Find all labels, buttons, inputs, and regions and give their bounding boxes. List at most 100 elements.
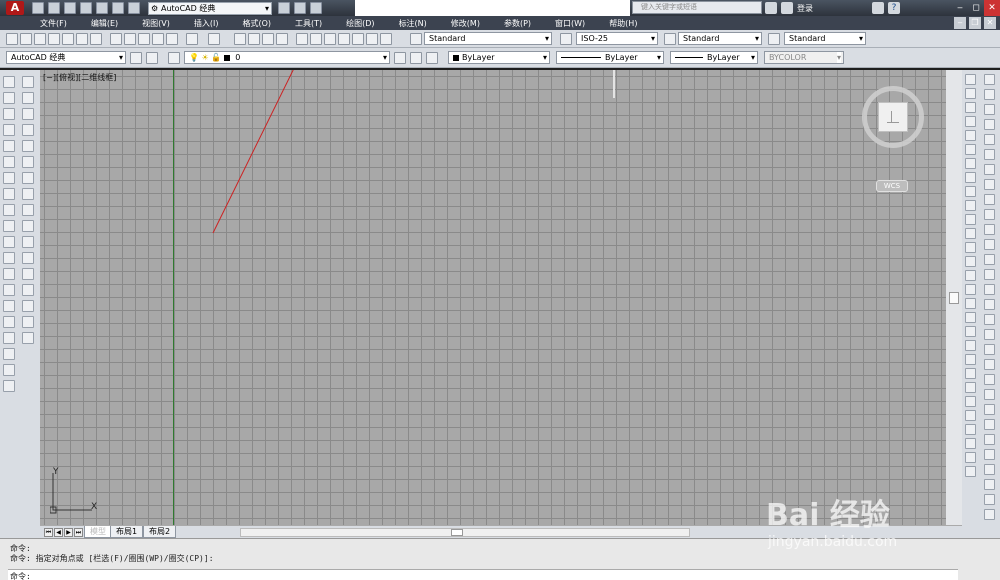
multileader-style-icon[interactable] [768,33,780,45]
view-right-icon[interactable] [965,172,976,183]
move-tool-icon[interactable] [22,156,34,168]
extend-tool-icon[interactable] [22,236,34,248]
section-icon[interactable] [965,326,976,337]
quickcalc-icon[interactable] [366,33,378,45]
workspace-select[interactable]: AutoCAD 经典 [6,51,126,64]
tool-palettes-icon[interactable] [324,33,336,45]
jogged-linear-icon[interactable] [984,314,995,325]
menu-window[interactable]: 窗口(W) [543,18,597,29]
match-prop-icon[interactable] [152,33,164,45]
dim-style-select[interactable]: ISO-25 [576,32,658,45]
menu-view[interactable]: 视图(V) [130,18,182,29]
make-block-tool-icon[interactable] [3,268,15,280]
text-style-icon[interactable] [410,33,422,45]
wcs-menu[interactable]: WCS [876,180,908,192]
horizontal-scrollbar[interactable] [240,528,690,537]
add-leader-icon[interactable] [984,404,995,415]
sphere-icon[interactable] [965,382,976,393]
line-tool-icon[interactable] [3,76,15,88]
layer-properties-icon[interactable] [168,52,180,64]
helix-icon[interactable] [965,438,976,449]
text-style-select[interactable]: Standard [424,32,552,45]
doc-restore-button[interactable]: ❐ [969,17,981,29]
insert-block-tool-icon[interactable] [3,252,15,264]
extrude-icon[interactable] [965,242,976,253]
ellipse-tool-icon[interactable] [3,220,15,232]
point-tool-icon[interactable] [3,284,15,296]
steering-icon[interactable] [965,102,976,113]
dim-style-icon[interactable] [560,33,572,45]
array-tool-icon[interactable] [22,140,34,152]
layer-select[interactable]: 💡 ☀ 🔓 0 [184,51,390,64]
color-select[interactable]: ByLayer [448,51,550,64]
close-button[interactable]: ✕ [984,0,1000,16]
open-icon[interactable] [20,33,32,45]
table-tool-icon[interactable] [3,348,15,360]
break-tool-icon[interactable] [22,268,34,280]
break-at-point-tool-icon[interactable] [22,252,34,264]
first-tab-icon[interactable]: ⏮ [44,528,53,537]
tab-layout1[interactable]: 布局1 [110,526,144,538]
intersect-icon[interactable] [965,298,976,309]
view-left-icon[interactable] [965,158,976,169]
press-pull-icon[interactable] [965,256,976,267]
new-file-icon[interactable] [32,2,44,14]
dim-edit-icon[interactable] [984,329,995,340]
zoom-previous-icon[interactable] [276,33,288,45]
copy-icon[interactable] [124,33,136,45]
join-tool-icon[interactable] [22,284,34,296]
qnew-icon[interactable] [6,33,18,45]
command-input[interactable]: 命令: [8,569,958,580]
circle-tool-icon[interactable] [3,172,15,184]
layer-previous-icon[interactable] [410,52,422,64]
open-file-icon[interactable] [48,2,60,14]
undo-tool-icon[interactable] [186,33,198,45]
construction-line-tool-icon[interactable] [3,92,15,104]
trim-tool-icon[interactable] [22,220,34,232]
quick-dim-icon[interactable] [984,194,995,205]
linear-dim-icon[interactable] [984,74,995,85]
planar-surface-icon[interactable] [965,452,976,463]
rectangle-tool-icon[interactable] [3,140,15,152]
slice-icon[interactable] [965,312,976,323]
workspace-save-icon[interactable] [146,52,158,64]
radius-dim-icon[interactable] [984,134,995,145]
menu-modify[interactable]: 修改(M) [439,18,492,29]
last-tab-icon[interactable]: ⏭ [74,528,83,537]
viewcube-top-face[interactable] [878,102,908,132]
dim-space-icon[interactable] [984,239,995,250]
offset-tool-icon[interactable] [22,124,34,136]
ordinate-dim-icon[interactable] [984,119,995,130]
match-properties-icon[interactable] [310,2,322,14]
exchange-icon[interactable] [872,2,884,14]
save-as-icon[interactable] [80,2,92,14]
pan-icon[interactable] [234,33,246,45]
horizontal-scroll-thumb[interactable] [451,529,463,536]
markup-icon[interactable] [352,33,364,45]
publish-icon[interactable] [76,33,88,45]
workspace-switcher[interactable]: AutoCAD 经典 [148,1,272,15]
hatch-tool-icon[interactable] [3,300,15,312]
diameter-dim-icon[interactable] [984,164,995,175]
inspect-icon[interactable] [984,299,995,310]
table-style-icon[interactable] [664,33,676,45]
redo-icon[interactable] [128,2,140,14]
mirror-tool-icon[interactable] [22,108,34,120]
draw-order-front-icon[interactable] [984,464,995,475]
menu-parametric[interactable]: 参数(P) [492,18,543,29]
plot-icon[interactable] [48,33,60,45]
revision-cloud-tool-icon[interactable] [3,188,15,200]
layer-tools-icon[interactable] [294,2,306,14]
menu-draw[interactable]: 绘图(D) [334,18,386,29]
align-icon[interactable] [965,214,976,225]
ellipse-arc-tool-icon[interactable] [3,236,15,248]
chamfer-tool-icon[interactable] [22,300,34,312]
subtract-icon[interactable] [965,284,976,295]
render-icon[interactable] [965,466,976,477]
doc-minimize-button[interactable]: ‒ [954,17,966,29]
stretch-tool-icon[interactable] [22,204,34,216]
print-icon[interactable] [96,2,108,14]
tab-model[interactable]: 模型 [84,526,112,538]
binoculars-search-icon[interactable] [765,2,777,14]
remove-leader-icon[interactable] [984,419,995,430]
